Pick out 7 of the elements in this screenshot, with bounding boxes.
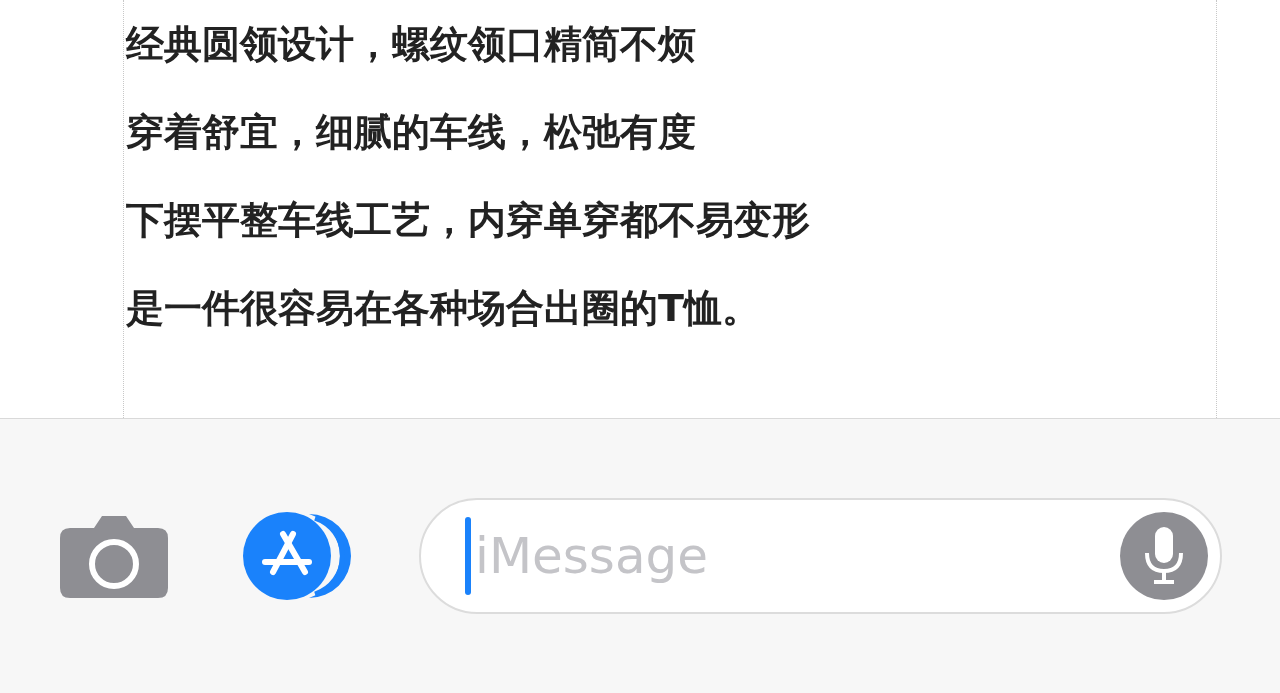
message-text: 穿着舒宜，细腻的车线，松弛有度 bbox=[126, 109, 696, 156]
message-text: 下摆平整车线工艺，内穿单穿都不易变形 bbox=[126, 197, 810, 244]
message-text: 经典圆领设计，螺纹领口精简不烦 bbox=[126, 21, 696, 68]
message-text: 是一件很容易在各种场合出圈的T恤。 bbox=[126, 285, 760, 332]
camera-icon[interactable] bbox=[60, 514, 168, 598]
microphone-icon bbox=[1144, 527, 1184, 585]
message-input-field[interactable]: iMessage bbox=[419, 498, 1222, 614]
